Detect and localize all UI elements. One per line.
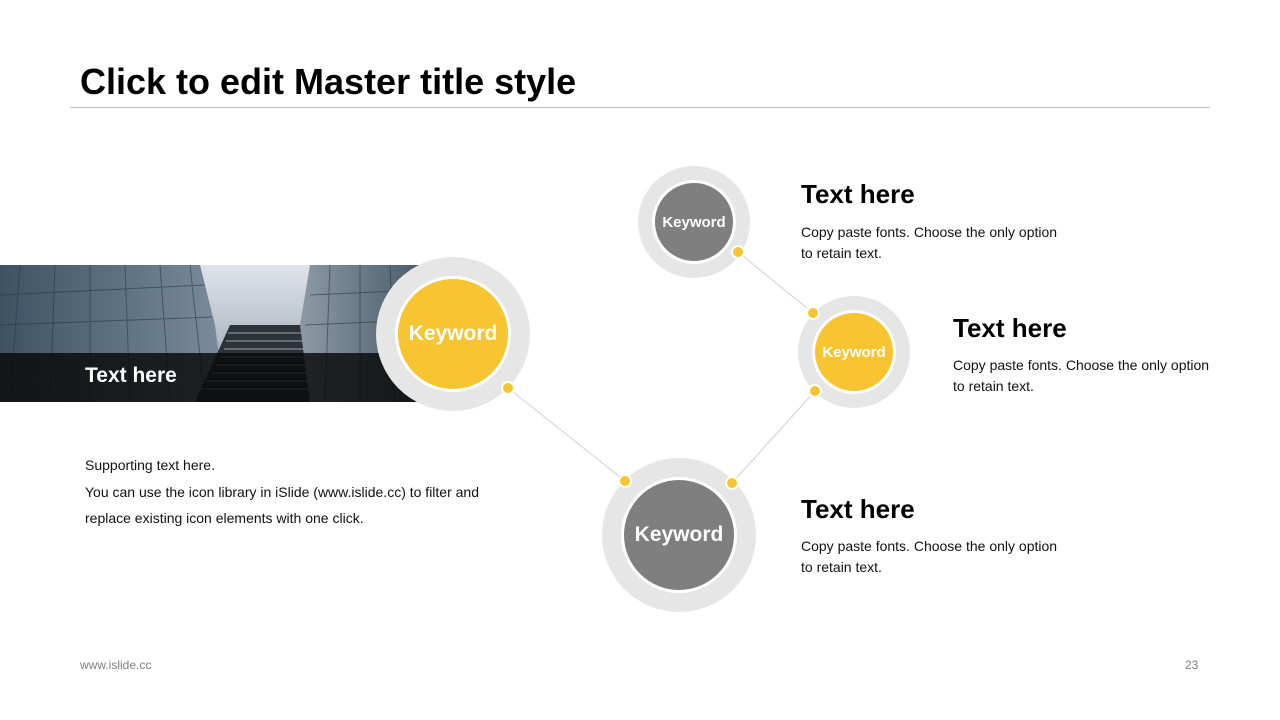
connector-line — [731, 390, 816, 484]
item-heading-top: Text here — [801, 179, 915, 209]
connector-line — [507, 387, 626, 482]
item-body-bottom: Copy paste fonts. Choose the only option… — [801, 538, 1058, 575]
connector-dot — [501, 381, 515, 395]
item-heading-bottom: Text here — [801, 494, 915, 524]
keyword-label: Keyword — [662, 213, 726, 231]
connector-dot — [618, 474, 632, 488]
keyword-node-right-inner: Keyword — [812, 310, 896, 394]
supporting-text: Supporting text here. You can use the ic… — [85, 452, 515, 532]
keyword-label: Keyword — [408, 322, 498, 345]
supporting-line: Supporting text here. — [85, 457, 215, 473]
connector-dot — [806, 306, 820, 320]
keyword-node-main-inner: Keyword — [395, 276, 511, 392]
keyword-node-top: Keyword — [638, 166, 750, 278]
supporting-line: You can use the icon library in iSlide (… — [85, 483, 480, 500]
connector-dot — [731, 245, 745, 259]
item-body-top: Copy paste fonts. Choose the only option… — [801, 224, 1058, 261]
item-body-right: Copy paste fonts. Choose the only option… — [953, 357, 1210, 394]
item-heading-right: Text here — [953, 313, 1067, 343]
page-number: 23 — [1185, 658, 1199, 672]
connector-dot — [725, 476, 739, 490]
keyword-label: Keyword — [634, 523, 724, 546]
keyword-node-top-inner: Keyword — [652, 180, 736, 264]
footer-url: www.islide.cc — [80, 658, 152, 672]
supporting-line: replace existing icon elements with one … — [85, 510, 364, 526]
keyword-label: Keyword — [822, 343, 886, 361]
connector-dot — [808, 384, 822, 398]
keyword-node-bottom-inner: Keyword — [621, 477, 737, 593]
